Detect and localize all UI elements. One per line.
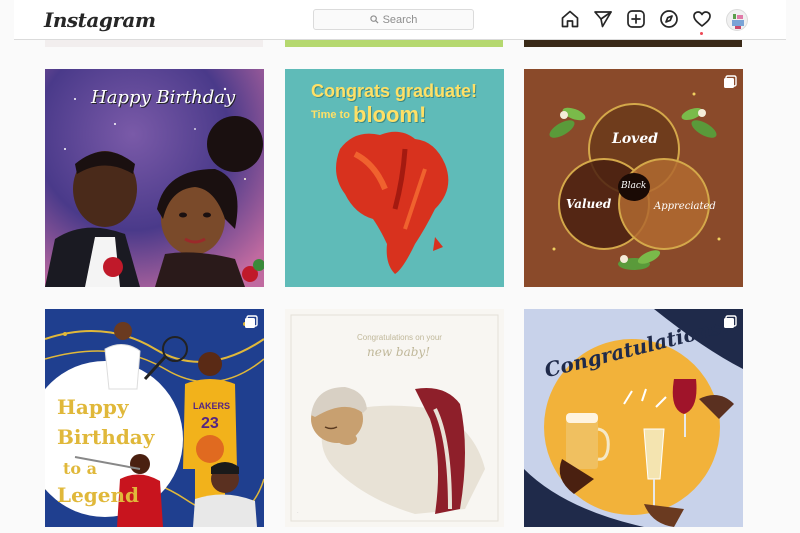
- post-caption-line4: Legend: [57, 483, 140, 507]
- explore-icon[interactable]: [659, 9, 679, 29]
- post-congrats-graduate[interactable]: Congrats graduate! Time to bloom!: [285, 69, 504, 287]
- jersey-number: 23: [201, 415, 219, 432]
- venn-label-loved: Loved: [612, 131, 659, 147]
- profile-avatar[interactable]: [726, 9, 748, 31]
- post-caption-line1: Congrats graduate!: [311, 81, 478, 101]
- post-caption-line2a: Time to: [311, 109, 350, 121]
- search-icon: [369, 15, 379, 24]
- post-caption-line1: Congratulations on your: [357, 333, 442, 342]
- jersey-team: LAKERS: [193, 401, 231, 411]
- multiple-photos-icon: [245, 315, 258, 328]
- activity-icon[interactable]: [692, 9, 712, 29]
- post-caption-line3: to a: [63, 459, 97, 478]
- new-post-icon[interactable]: [626, 9, 646, 29]
- post-image: [524, 69, 743, 287]
- venn-label-valued: Valued: [566, 197, 612, 211]
- post-birthday-legend[interactable]: Happy Birthday to a Legend LAKERS 23: [45, 309, 264, 527]
- post-venn-loved[interactable]: Loved Valued Appreciated Black: [524, 69, 743, 287]
- search-box[interactable]: Search: [313, 9, 474, 30]
- post-caption-heading: Happy Birthday: [91, 87, 236, 108]
- post-new-baby[interactable]: · Congratulations on your new baby!: [285, 309, 504, 527]
- previous-post-strip[interactable]: [285, 40, 503, 47]
- venn-label-black: Black: [621, 181, 647, 191]
- notification-dot: [700, 32, 703, 35]
- search-placeholder: Search: [382, 13, 418, 26]
- post-caption-line2: Birthday: [57, 425, 155, 449]
- venn-label-appreciated: Appreciated: [654, 201, 716, 212]
- post-happy-birthday[interactable]: Happy Birthday: [45, 69, 264, 287]
- home-icon[interactable]: [560, 9, 580, 29]
- post-caption-line2b: bloom!: [353, 102, 427, 127]
- previous-post-strip[interactable]: [524, 40, 742, 47]
- post-caption-line2: new baby!: [367, 345, 431, 359]
- top-nav-bar: Instagram Search: [14, 0, 786, 40]
- post-congratulations[interactable]: Congratulations!: [524, 309, 743, 527]
- multiple-photos-icon: [724, 75, 737, 88]
- multiple-photos-icon: [724, 315, 737, 328]
- previous-post-strip[interactable]: [45, 40, 263, 47]
- instagram-logo[interactable]: Instagram: [44, 8, 156, 32]
- direct-icon[interactable]: [593, 9, 613, 29]
- post-caption-line1: Happy: [57, 395, 129, 419]
